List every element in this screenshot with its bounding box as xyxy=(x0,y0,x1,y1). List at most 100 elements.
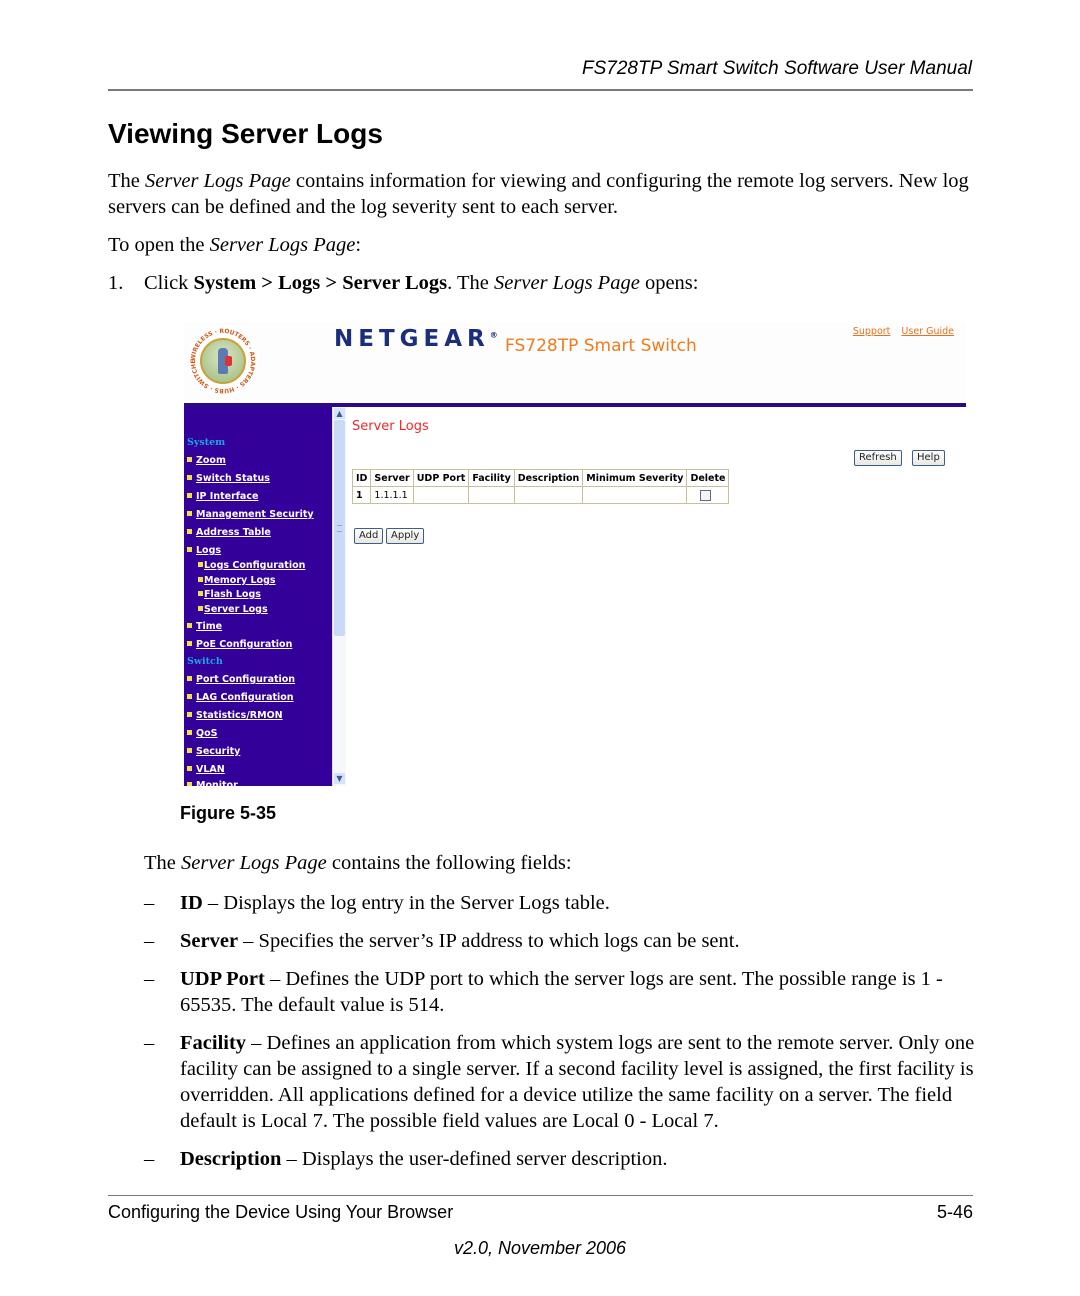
cell-delete xyxy=(686,486,730,504)
sidebar-item-security[interactable]: Security xyxy=(187,746,240,757)
folder-bullet-icon xyxy=(187,493,192,498)
page-name: Server Logs Page xyxy=(209,234,356,256)
cell-minimum-severity xyxy=(582,486,688,504)
support-link[interactable]: Support xyxy=(853,326,891,337)
column-header: Description xyxy=(513,469,584,487)
delete-checkbox[interactable] xyxy=(700,489,712,501)
cell-udp-port xyxy=(412,486,470,504)
sidebar-item-server-logs[interactable]: Server Logs xyxy=(198,604,268,615)
apply-button[interactable]: Apply xyxy=(386,528,425,544)
sidebar-item-label: Flash Logs xyxy=(204,589,261,600)
user-guide-link[interactable]: User Guide xyxy=(901,326,954,337)
column-header: Server xyxy=(370,469,414,487)
field-description: – Specifies the server’s IP address to w… xyxy=(238,930,740,952)
field-description: – Defines an application from which syst… xyxy=(180,1032,975,1132)
add-button[interactable]: Add xyxy=(354,528,384,544)
scroll-grip-icon xyxy=(337,525,342,532)
scroll-up-icon[interactable]: ▲ xyxy=(334,408,345,419)
field-term: ID xyxy=(180,892,203,914)
folder-bullet-icon xyxy=(187,511,192,516)
help-button[interactable]: Help xyxy=(912,450,945,466)
sidebar-item-label: LAG Configuration xyxy=(196,692,294,703)
netgear-logo: NETGEAR® xyxy=(334,326,498,352)
folder-bullet-icon xyxy=(187,748,192,753)
folder-bullet-icon xyxy=(187,641,192,646)
footer-rule xyxy=(108,1195,973,1196)
step-number: 1. xyxy=(108,272,124,294)
sidebar-item-logs-configuration[interactable]: Logs Configuration xyxy=(198,560,305,571)
refresh-button[interactable]: Refresh xyxy=(854,450,902,466)
app-header: WIRELESS · ROUTERS · ADAPTERS · HUBS · S… xyxy=(184,322,966,402)
main-content: Server Logs Refresh Help ID Server UDP P… xyxy=(346,407,966,786)
sidebar-item-label: Memory Logs xyxy=(204,575,276,586)
folder-bullet-icon xyxy=(187,529,192,534)
scroll-down-icon[interactable]: ▼ xyxy=(334,773,345,784)
sidebar-item-logs[interactable]: Logs xyxy=(187,545,221,556)
folder-bullet-icon xyxy=(187,730,192,735)
cell-facility xyxy=(468,486,515,504)
running-header: FS728TP Smart Switch Software User Manua… xyxy=(582,58,972,79)
sidebar-item-memory-logs[interactable]: Memory Logs xyxy=(198,575,276,586)
sidebar-item-lag-configuration[interactable]: LAG Configuration xyxy=(187,692,294,703)
sidebar-item-label: VLAN xyxy=(196,764,225,775)
sidebar-item-label: Logs Configuration xyxy=(204,560,306,571)
sidebar-item-flash-logs[interactable]: Flash Logs xyxy=(198,589,261,600)
figure-caption: Figure 5-35 xyxy=(180,803,277,823)
step-1: 1. Click System > Logs > Server Logs. The… xyxy=(108,270,978,296)
cell-id: 1 xyxy=(351,486,372,504)
sidebar-item-label: Logs xyxy=(196,545,222,556)
page-bullet-icon xyxy=(198,606,203,611)
sidebar-item-label: Server Logs xyxy=(204,604,268,615)
sidebar-item-port-configuration[interactable]: Port Configuration xyxy=(187,674,295,685)
sidebar-item-management-security[interactable]: Management Security xyxy=(187,509,314,520)
sidebar-item-switch-status[interactable]: Switch Status xyxy=(187,473,270,484)
sidebar-item-monitor[interactable]: Monitor xyxy=(187,780,238,786)
sidebar-item-qos[interactable]: QoS xyxy=(187,728,217,739)
table-row: 1 1.1.1.1 xyxy=(351,486,730,504)
dash-bullet: – xyxy=(144,930,155,952)
sidebar-item-ip-interface[interactable]: IP Interface xyxy=(187,491,258,502)
sidebar-item-label: QoS xyxy=(196,728,218,739)
sidebar-item-vlan[interactable]: VLAN xyxy=(187,764,225,775)
field-term: Server xyxy=(180,930,239,952)
footer-chapter: Configuring the Device Using Your Browse… xyxy=(108,1202,454,1222)
registered-mark: ® xyxy=(489,330,498,340)
intro-paragraph: The Server Logs Page contains informatio… xyxy=(108,168,978,220)
sidebar-scrollbar[interactable]: ▲ ▼ xyxy=(332,407,346,786)
folder-bullet-icon xyxy=(187,694,192,699)
sidebar-group-system: System xyxy=(187,437,226,448)
sidebar-item-label: IP Interface xyxy=(196,491,259,502)
page-bullet-icon xyxy=(198,591,203,596)
field-description: – Displays the user-defined server descr… xyxy=(281,1148,668,1170)
sidebar-item-zoom[interactable]: Zoom xyxy=(187,455,226,466)
menu-path: System > Logs > Server Logs xyxy=(193,272,448,294)
sidebar-item-poe-configuration[interactable]: PoE Configuration xyxy=(187,639,292,650)
folder-bullet-icon xyxy=(187,766,192,771)
page-name: Server Logs Page xyxy=(181,852,327,874)
folder-bullet-icon xyxy=(187,712,192,717)
folder-bullet-icon xyxy=(187,782,192,786)
cell-description xyxy=(513,486,584,504)
folder-bullet-icon xyxy=(187,547,192,552)
column-header: Facility xyxy=(468,469,515,487)
sidebar-item-label: Zoom xyxy=(196,455,226,466)
text: : xyxy=(355,234,362,256)
folder-bullet-icon xyxy=(187,457,192,462)
field-description: – Displays the log entry in the Server L… xyxy=(202,892,610,914)
sidebar-item-statistics-rmon[interactable]: Statistics/RMON xyxy=(187,710,283,721)
column-header: UDP Port xyxy=(412,469,470,487)
column-header: Delete xyxy=(686,469,730,487)
column-header: ID xyxy=(351,469,372,487)
sidebar-group-switch: Switch xyxy=(187,656,223,667)
text: contains the following fields: xyxy=(326,852,572,874)
sidebar-item-address-table[interactable]: Address Table xyxy=(187,527,271,538)
dash-bullet: – xyxy=(144,892,155,914)
sidebar-nav: System Zoom Switch Status IP Interface M… xyxy=(184,407,332,786)
table-header-row: ID Server UDP Port Facility Description … xyxy=(351,469,730,487)
sidebar-item-label: Port Configuration xyxy=(196,674,296,685)
footer-page-number: 5-46 xyxy=(936,1202,973,1222)
folder-bullet-icon xyxy=(187,623,192,628)
sidebar-item-time[interactable]: Time xyxy=(187,621,222,632)
netgear-globe-logo: WIRELESS · ROUTERS · ADAPTERS · HUBS · S… xyxy=(188,326,258,396)
sidebar-item-label: Security xyxy=(196,746,241,757)
